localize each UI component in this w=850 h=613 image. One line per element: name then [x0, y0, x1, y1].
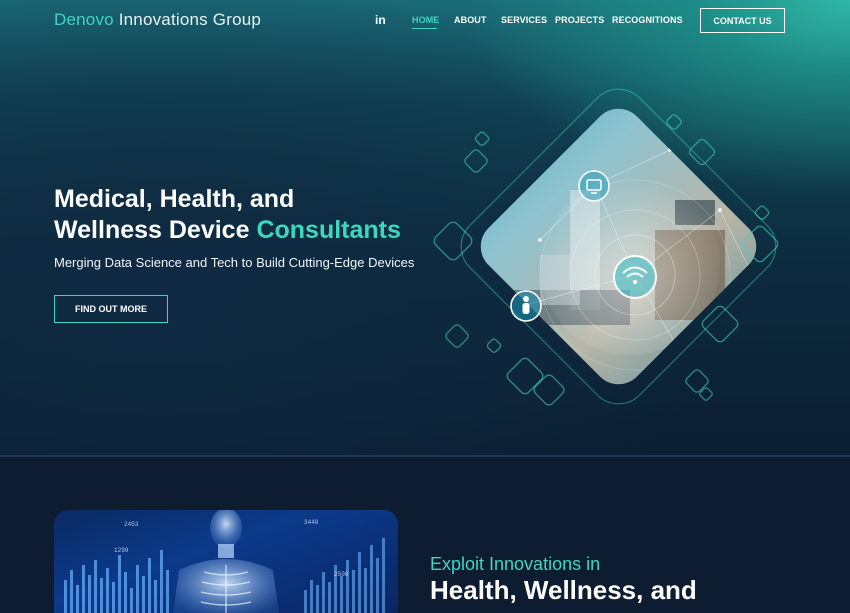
find-out-more-button[interactable]: FIND OUT MORE [54, 295, 168, 323]
person-icon [510, 290, 542, 322]
nav-recognitions[interactable]: RECOGNITIONS [612, 15, 683, 25]
contact-us-button[interactable]: CONTACT US [700, 8, 785, 33]
hero-title-line2: Wellness Device [54, 216, 257, 244]
hero-title-line1: Medical, Health, and [54, 185, 295, 213]
nav-services[interactable]: SERVICES [501, 15, 547, 25]
monitor-icon [578, 170, 610, 202]
medical-scan-image: 2453 1299 3448 2500 [54, 510, 398, 613]
section-kicker: Exploit Innovations in [430, 554, 601, 574]
svg-text:2453: 2453 [124, 521, 139, 528]
logo-brand: Denovo [54, 10, 114, 29]
wifi-icon [613, 255, 657, 299]
human-body-illustration [172, 510, 280, 613]
hero-title: Medical, Health, and Wellness Device Con… [54, 184, 434, 246]
section-title: Health, Wellness, and [430, 575, 697, 605]
site-logo[interactable]: Denovo Innovations Group [54, 10, 261, 30]
svg-text:3448: 3448 [304, 519, 319, 526]
hospital-room-image [469, 98, 767, 396]
hero-subtitle: Merging Data Science and Tech to Build C… [54, 255, 415, 270]
section-divider [0, 455, 850, 457]
hero-title-accent: Consultants [256, 216, 401, 244]
logo-text: Innovations Group [113, 10, 262, 29]
nav-about[interactable]: ABOUT [454, 15, 487, 25]
svg-text:1299: 1299 [114, 547, 129, 554]
hero-section: Denovo Innovations Group in HOME ABOUT S… [0, 0, 850, 456]
hero-illustration [433, 88, 779, 406]
page: Denovo Innovations Group in HOME ABOUT S… [0, 0, 850, 613]
nav-home[interactable]: HOME [412, 15, 439, 25]
nav-active-underline [412, 28, 437, 29]
svg-text:2500: 2500 [334, 571, 349, 578]
linkedin-icon[interactable]: in [375, 13, 386, 27]
nav-projects[interactable]: PROJECTS [555, 15, 604, 25]
